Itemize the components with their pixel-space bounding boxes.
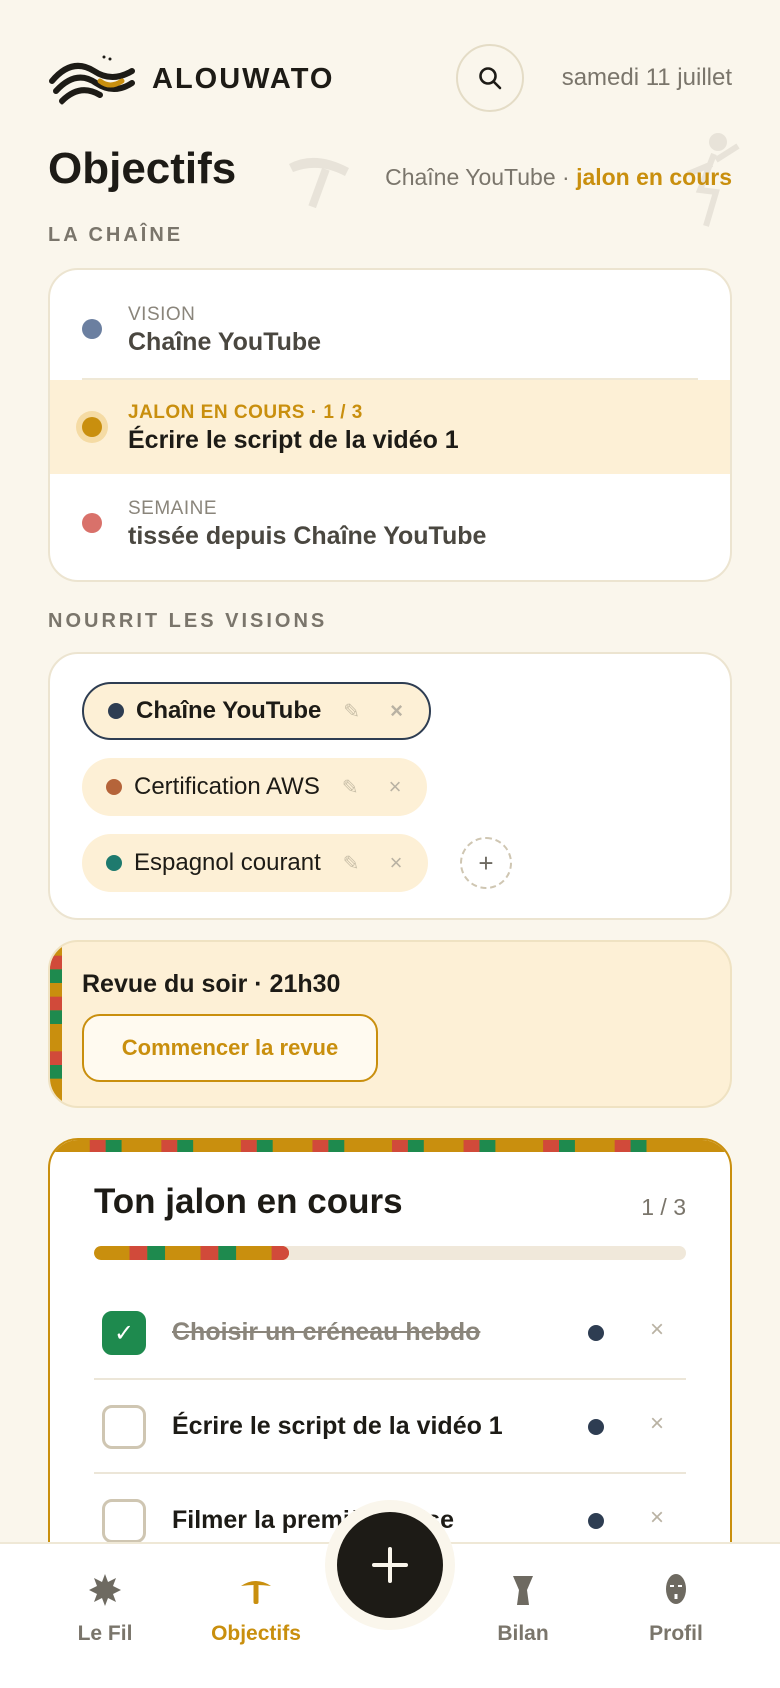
remove-task-icon[interactable]: ×	[650, 1504, 664, 1532]
milestone-progress-bar	[94, 1246, 686, 1260]
add-vision-button[interactable]: +	[460, 837, 512, 889]
chip-label: Chaîne YouTube	[136, 697, 322, 724]
start-review-button[interactable]: Commencer la revue	[82, 1014, 378, 1082]
section-label-visions: NOURRIT LES VISIONS	[48, 610, 328, 632]
chip-label: Espagnol courant	[134, 849, 321, 876]
add-button[interactable]	[337, 1512, 443, 1618]
current-date: samedi 11 juillet	[561, 64, 732, 91]
mushroom-icon	[241, 1581, 271, 1604]
evening-review-card: Revue du soir · 21h30 Commencer la revue	[48, 940, 732, 1108]
meta-vision: Chaîne YouTube ·	[385, 164, 570, 190]
kente-stripe	[50, 942, 62, 1106]
nav-item-le-fil[interactable]: Le Fil	[45, 1572, 165, 1646]
task-label: Écrire le script de la vidéo 1	[172, 1412, 503, 1440]
milestone-dot	[82, 417, 102, 437]
sun-burst-icon	[89, 1574, 121, 1606]
remove-icon[interactable]: ×	[389, 774, 402, 800]
chip-label: Certification AWS	[134, 773, 320, 800]
chain-card: VISION Chaîne YouTube JALON EN COURS · 1…	[48, 268, 732, 582]
milestone-title: Ton jalon en cours	[94, 1182, 403, 1221]
chain-row-text: tissée depuis Chaîne YouTube	[128, 522, 487, 550]
meta-status: jalon en cours	[576, 164, 732, 190]
plus-icon	[372, 1547, 408, 1583]
chain-row-kicker: JALON EN COURS · 1 / 3	[128, 402, 363, 423]
alouwato-logo-icon	[49, 55, 135, 105]
chain-row-kicker: VISION	[128, 304, 196, 325]
week-dot	[82, 513, 102, 533]
chain-row-week[interactable]: SEMAINE tissée depuis Chaîne YouTube	[50, 476, 730, 570]
nav-label: Le Fil	[77, 1622, 133, 1645]
task-checkbox[interactable]: ✓	[102, 1311, 146, 1355]
chain-row-text: Chaîne YouTube	[128, 328, 322, 356]
brand-name: ALOUWATO	[152, 62, 335, 95]
remove-icon[interactable]: ×	[390, 698, 403, 724]
review-title: Revue du soir · 21h30	[82, 970, 341, 998]
app-header: ALOUWATO samedi 11 juillet	[48, 44, 732, 112]
task-label: Choisir un créneau hebdo	[172, 1318, 481, 1346]
nav-label: Bilan	[497, 1622, 549, 1645]
task-checkbox[interactable]	[102, 1499, 146, 1543]
nav-item-profil[interactable]: Profil	[616, 1572, 736, 1646]
task-checkbox[interactable]	[102, 1405, 146, 1449]
kente-stripe	[50, 1140, 730, 1152]
page-title: Objectifs	[48, 144, 237, 193]
nav-item-bilan[interactable]: Bilan	[463, 1572, 583, 1646]
task-vision-dot	[588, 1513, 604, 1529]
edit-icon[interactable]: ✎	[342, 775, 359, 800]
chain-row-kicker: SEMAINE	[128, 498, 218, 519]
vision-chip-spanish[interactable]: Espagnol courant ✎ ×	[82, 834, 429, 892]
chip-dot	[108, 703, 124, 719]
nav-label: Objectifs	[211, 1622, 301, 1645]
edit-icon[interactable]: ✎	[343, 699, 360, 724]
task-vision-dot	[588, 1419, 604, 1435]
milestone-count: 1 / 3	[641, 1194, 686, 1220]
chain-row-milestone[interactable]: JALON EN COURS · 1 / 3 Écrire le script …	[50, 380, 730, 474]
search-icon	[479, 67, 502, 90]
section-label-chain: LA CHAÎNE	[48, 224, 184, 246]
page-title-meta: Chaîne YouTube · jalon en cours	[385, 164, 732, 191]
chain-row-text: Écrire le script de la vidéo 1	[128, 426, 459, 454]
task-item-done[interactable]: ✓ Choisir un créneau hebdo ×	[94, 1286, 686, 1380]
chain-row-vision[interactable]: VISION Chaîne YouTube	[50, 282, 730, 376]
vision-chip-aws[interactable]: Certification AWS ✎ ×	[82, 758, 428, 816]
nav-label: Profil	[649, 1622, 703, 1645]
vision-chip-youtube[interactable]: Chaîne YouTube ✎ ×	[82, 682, 431, 740]
visions-card: Chaîne YouTube ✎ × Certification AWS ✎ ×…	[48, 652, 732, 920]
mask-icon	[666, 1574, 686, 1604]
chip-dot	[106, 779, 122, 795]
search-button[interactable]	[456, 44, 524, 112]
remove-task-icon[interactable]: ×	[650, 1316, 664, 1344]
background-hammer-icon	[289, 157, 349, 209]
drum-icon	[513, 1576, 533, 1605]
chip-dot	[106, 855, 122, 871]
task-vision-dot	[588, 1325, 604, 1341]
task-item[interactable]: Écrire le script de la vidéo 1 ×	[94, 1380, 686, 1474]
nav-item-objectifs[interactable]: Objectifs	[196, 1572, 316, 1646]
edit-icon[interactable]: ✎	[343, 851, 360, 876]
vision-dot	[82, 319, 102, 339]
milestone-progress-fill	[94, 1246, 290, 1260]
remove-icon[interactable]: ×	[390, 850, 403, 876]
remove-task-icon[interactable]: ×	[650, 1410, 664, 1438]
